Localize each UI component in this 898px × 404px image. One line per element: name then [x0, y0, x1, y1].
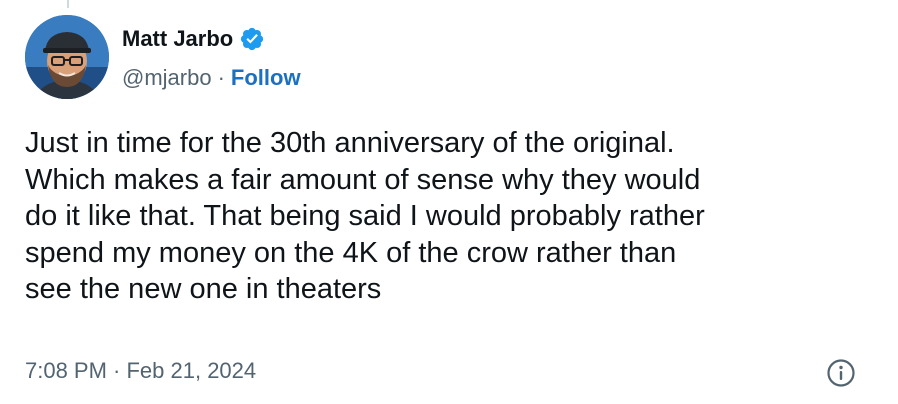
handle-separator: ·	[217, 65, 225, 90]
avatar-image	[25, 15, 109, 99]
verified-badge-icon	[239, 26, 265, 52]
follow-button[interactable]: Follow	[231, 64, 301, 92]
author-handle-row: @mjarbo · Follow	[122, 64, 301, 92]
tweet-text: Just in time for the 30th anniversary of…	[25, 127, 705, 305]
tweet-card: Matt Jarbo @mjarbo · Follow Just in time…	[0, 0, 898, 404]
author-name-row: Matt Jarbo	[122, 26, 265, 52]
avatar[interactable]	[25, 15, 109, 99]
author-display-name[interactable]: Matt Jarbo	[122, 26, 233, 52]
thread-connector-line	[67, 0, 69, 8]
info-icon[interactable]	[826, 358, 856, 388]
tweet-timestamp[interactable]: 7:08 PM · Feb 21, 2024	[25, 357, 256, 385]
author-handle[interactable]: @mjarbo	[122, 64, 212, 92]
